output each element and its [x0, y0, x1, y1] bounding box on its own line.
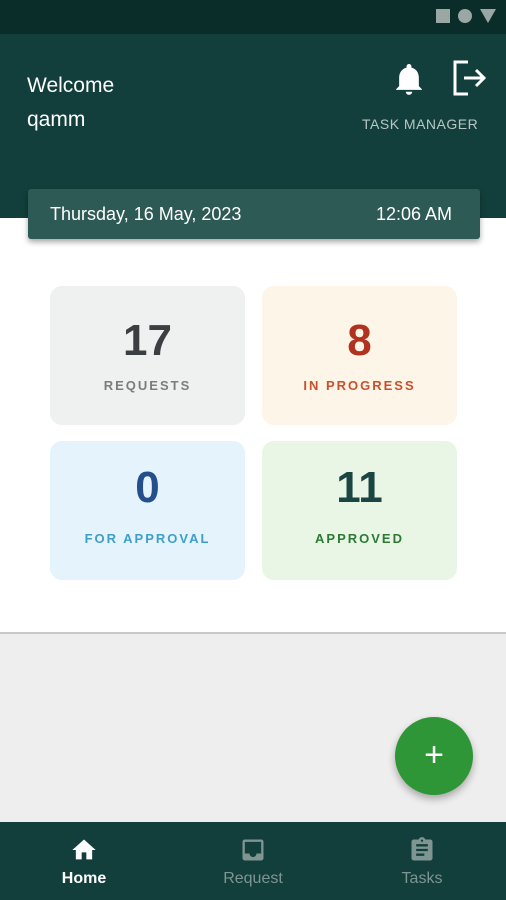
status-bar	[0, 0, 506, 34]
bell-icon[interactable]	[394, 64, 424, 96]
for-approval-card[interactable]: 0 FOR APPROVAL	[50, 441, 245, 580]
bottom-nav: Home Request Tasks	[0, 822, 506, 900]
current-time: 12:06 AM	[375, 204, 452, 224]
nav-tasks-label: Tasks	[401, 870, 443, 887]
requests-count: 17	[123, 316, 172, 365]
nav-home[interactable]: Home	[0, 822, 168, 900]
in-progress-label: IN PROGRESS	[303, 378, 416, 393]
home-icon	[72, 839, 96, 860]
welcome-text: Welcome qamm	[27, 69, 114, 137]
add-button[interactable]: +	[395, 717, 473, 795]
current-date: Thursday, 16 May, 2023	[50, 204, 242, 224]
requests-label: REQUESTS	[103, 378, 192, 393]
nav-home-label: Home	[61, 870, 107, 887]
triangle-icon	[480, 9, 496, 23]
username: qamm	[27, 108, 86, 131]
nav-request-label: Request	[223, 870, 283, 887]
stop-icon	[436, 9, 450, 23]
logout-icon[interactable]	[450, 58, 486, 98]
inbox-icon	[242, 839, 264, 861]
status-icons	[436, 9, 496, 23]
welcome-label: Welcome	[27, 74, 115, 97]
clipboard-icon	[411, 837, 433, 861]
approved-count: 11	[336, 463, 383, 512]
in-progress-count: 8	[347, 316, 372, 365]
requests-card[interactable]: 17 REQUESTS	[50, 286, 245, 425]
for-approval-count: 0	[135, 463, 160, 512]
in-progress-card[interactable]: 8 IN PROGRESS	[262, 286, 457, 425]
date-bar: Thursday, 16 May, 2023 12:06 AM	[28, 189, 480, 239]
nav-tasks[interactable]: Tasks	[338, 822, 506, 900]
approved-label: APPROVED	[315, 531, 404, 546]
for-approval-label: FOR APPROVAL	[84, 531, 211, 546]
approved-card[interactable]: 11 APPROVED	[262, 441, 457, 580]
task-manager-label: TASK MANAGER	[362, 116, 479, 132]
circle-icon	[458, 9, 472, 23]
nav-request[interactable]: Request	[169, 822, 337, 900]
